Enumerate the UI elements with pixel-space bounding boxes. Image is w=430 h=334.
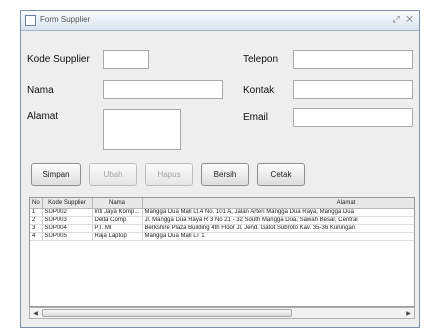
- cell-alamat: Mangga Dua Mall LT 1: [142, 232, 414, 241]
- cell-kode: SUP003: [42, 216, 93, 225]
- table-row[interactable]: 3 SUP004 PT. MI Berkshire Plaza Building…: [30, 224, 414, 233]
- table-header-row: No Kode Supplier Nama Alamat: [30, 198, 414, 209]
- alamat-textarea[interactable]: [103, 109, 181, 150]
- cell-kode: SUP004: [42, 224, 93, 233]
- telepon-label: Telepon: [243, 54, 279, 65]
- cell-alamat: Mangga Dua Mall Lt.4 No. 101 A, Jalan Ar…: [142, 208, 414, 217]
- scroll-right-icon[interactable]: ▶: [403, 308, 414, 318]
- cell-no: 2: [30, 216, 43, 225]
- cell-alamat: Berkshire Plaza Building 4th Floor Jl. J…: [142, 224, 414, 233]
- scroll-thumb[interactable]: [42, 309, 292, 317]
- cell-nama: PT. MI: [92, 224, 143, 233]
- ubah-button[interactable]: Ubah: [89, 163, 137, 186]
- scroll-left-icon[interactable]: ◀: [30, 308, 41, 318]
- kontak-label: Kontak: [243, 85, 275, 96]
- window-title: Form Supplier: [40, 15, 91, 24]
- table-row[interactable]: 1 SUP002 Inti Jaya Komp... Mangga Dua Ma…: [30, 208, 414, 217]
- col-header-no[interactable]: No: [30, 198, 43, 209]
- form-supplier-window: Form Supplier ⤢ ✕ Kode Supplier Nama Ala…: [20, 10, 420, 328]
- table-row[interactable]: 2 SUP003 Delta Comp Jl. Mangga Dua Raya …: [30, 216, 414, 225]
- nama-input[interactable]: [103, 80, 223, 99]
- window-controls[interactable]: ⤢ ✕: [392, 14, 415, 25]
- cell-no: 3: [30, 224, 43, 233]
- horizontal-scrollbar[interactable]: ◀ ▶: [29, 307, 415, 319]
- kontak-input[interactable]: [293, 80, 413, 99]
- cetak-button[interactable]: Cetak: [257, 163, 305, 186]
- email-input[interactable]: [293, 108, 413, 127]
- cell-nama: Inti Jaya Komp...: [92, 208, 143, 217]
- email-label: Email: [243, 112, 269, 123]
- supplier-table[interactable]: No Kode Supplier Nama Alamat 1 SUP002 In…: [29, 197, 415, 307]
- cell-no: 4: [30, 232, 43, 241]
- bersih-button[interactable]: Bersih: [201, 163, 249, 186]
- nama-label: Nama: [27, 85, 54, 96]
- title-bar: Form Supplier ⤢ ✕: [21, 11, 419, 31]
- hapus-button[interactable]: Hapus: [145, 163, 193, 186]
- simpan-button[interactable]: Simpan: [31, 163, 81, 186]
- cell-kode: SUP002: [42, 208, 93, 217]
- col-header-kode[interactable]: Kode Supplier: [42, 198, 93, 209]
- cell-alamat: Jl. Mangga Dua Raya R 3 No 21 - 32 South…: [142, 216, 414, 225]
- col-header-nama[interactable]: Nama: [92, 198, 143, 209]
- cell-nama: Delta Comp: [92, 216, 143, 225]
- kode-supplier-label: Kode Supplier: [27, 54, 90, 65]
- cell-kode: SUP005: [42, 232, 93, 241]
- col-header-alamat[interactable]: Alamat: [142, 198, 414, 209]
- alamat-label: Alamat: [27, 111, 59, 122]
- cell-nama: Raja Laptop: [92, 232, 143, 241]
- kode-supplier-input[interactable]: [103, 50, 149, 69]
- telepon-input[interactable]: [293, 50, 413, 69]
- table-row[interactable]: 4 SUP005 Raja Laptop Mangga Dua Mall LT …: [30, 232, 414, 241]
- cell-no: 1: [30, 208, 43, 217]
- window-icon: [25, 15, 36, 26]
